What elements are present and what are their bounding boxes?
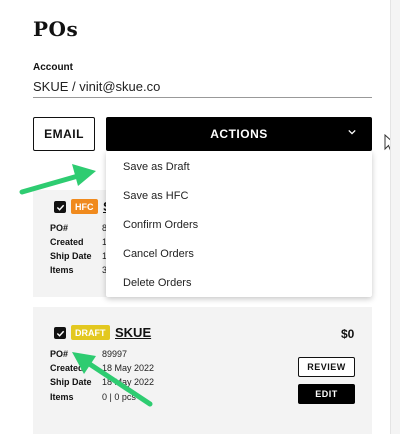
annotation-arrows [19, 164, 153, 407]
annotation-arrow-icon [19, 164, 96, 195]
po-page: POs Account SKUE / vinit@skue.co EMAIL A… [0, 0, 397, 434]
scrollbar[interactable] [390, 0, 400, 434]
annotation-arrow-icon [72, 352, 153, 407]
